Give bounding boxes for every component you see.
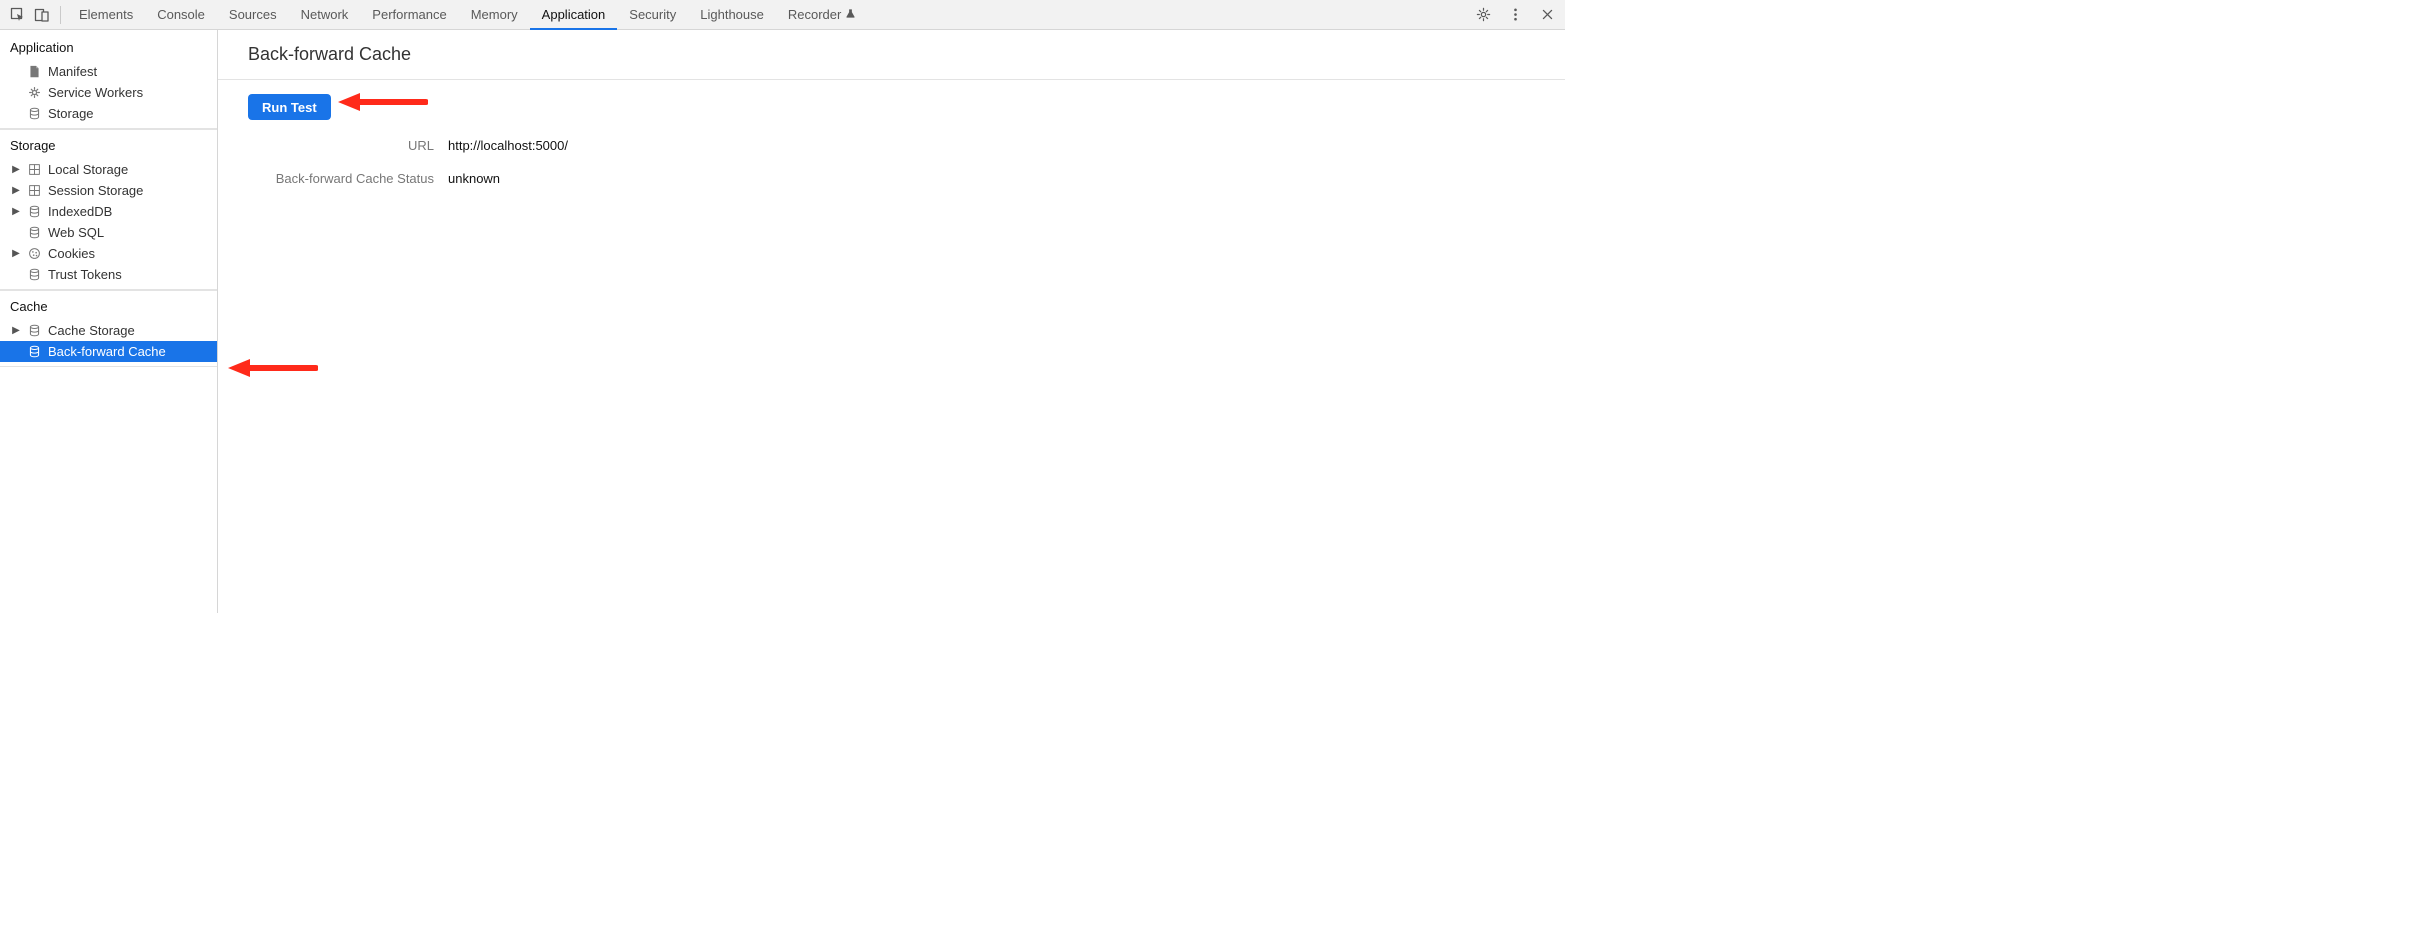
tab-label: Elements — [79, 7, 133, 22]
flask-icon — [845, 7, 856, 22]
tab-label: Console — [157, 7, 205, 22]
chevron-icon: ▶ — [12, 164, 20, 175]
tab-label: Sources — [229, 7, 277, 22]
file-icon — [26, 64, 42, 80]
settings-icon[interactable] — [1471, 3, 1495, 27]
database-icon — [26, 204, 42, 220]
sidebar-item-label: Session Storage — [48, 183, 143, 198]
sidebar-item-label: Service Workers — [48, 85, 143, 100]
tab-label: Network — [301, 7, 349, 22]
sidebar-item-session-storage[interactable]: ▶ Session Storage — [0, 180, 217, 201]
sidebar-item-back-forward-cache[interactable]: ▶ Back-forward Cache — [0, 341, 217, 362]
sidebar-item-manifest[interactable]: ▶ Manifest — [0, 61, 217, 82]
sidebar-item-label: Back-forward Cache — [48, 344, 166, 359]
devtools-toolbar: Elements Console Sources Network Perform… — [0, 0, 1565, 30]
database-icon — [26, 225, 42, 241]
chevron-icon: ▶ — [12, 325, 20, 336]
sidebar-item-websql[interactable]: ▶ Web SQL — [0, 222, 217, 243]
chevron-icon: ▶ — [12, 206, 20, 217]
tab-label: Performance — [372, 7, 446, 22]
info-label: Back-forward Cache Status — [248, 171, 448, 186]
grid-icon — [26, 183, 42, 199]
main-panel: Back-forward Cache Run Test URL http://l… — [218, 30, 1565, 613]
database-icon — [26, 106, 42, 122]
sidebar-item-label: IndexedDB — [48, 204, 112, 219]
sidebar-heading-cache: Cache — [0, 290, 217, 320]
cookie-icon — [26, 246, 42, 262]
devtools-tabstrip: Elements Console Sources Network Perform… — [67, 0, 1471, 29]
info-row-url: URL http://localhost:5000/ — [248, 138, 1545, 153]
sidebar-item-label: Storage — [48, 106, 94, 121]
tab-network[interactable]: Network — [289, 0, 361, 29]
tab-recorder[interactable]: Recorder — [776, 0, 868, 29]
sidebar-item-trust-tokens[interactable]: ▶ Trust Tokens — [0, 264, 217, 285]
info-label: URL — [248, 138, 448, 153]
toggle-device-icon[interactable] — [30, 3, 54, 27]
sidebar-item-service-workers[interactable]: ▶ Service Workers — [0, 82, 217, 103]
sidebar-item-label: Cache Storage — [48, 323, 135, 338]
page-title: Back-forward Cache — [218, 30, 1565, 80]
tab-label: Memory — [471, 7, 518, 22]
database-icon — [26, 344, 42, 360]
tab-console[interactable]: Console — [145, 0, 217, 29]
sidebar-item-local-storage[interactable]: ▶ Local Storage — [0, 159, 217, 180]
tab-elements[interactable]: Elements — [67, 0, 145, 29]
chevron-icon: ▶ — [12, 248, 20, 259]
tab-performance[interactable]: Performance — [360, 0, 458, 29]
tab-label: Lighthouse — [700, 7, 764, 22]
tab-application[interactable]: Application — [530, 0, 618, 29]
tab-sources[interactable]: Sources — [217, 0, 289, 29]
database-icon — [26, 323, 42, 339]
tab-lighthouse[interactable]: Lighthouse — [688, 0, 776, 29]
sidebar-item-cookies[interactable]: ▶ Cookies — [0, 243, 217, 264]
sidebar-item-label: Trust Tokens — [48, 267, 122, 282]
sidebar-item-storage[interactable]: ▶ Storage — [0, 103, 217, 124]
sidebar-item-label: Local Storage — [48, 162, 128, 177]
sidebar-item-label: Manifest — [48, 64, 97, 79]
grid-icon — [26, 162, 42, 178]
sidebar-heading-application: Application — [0, 34, 217, 61]
sidebar-item-label: Cookies — [48, 246, 95, 261]
sidebar-item-label: Web SQL — [48, 225, 104, 240]
sidebar-item-cache-storage[interactable]: ▶ Cache Storage — [0, 320, 217, 341]
sidebar-heading-storage: Storage — [0, 129, 217, 159]
tab-label: Application — [542, 7, 606, 22]
chevron-icon: ▶ — [12, 185, 20, 196]
tab-label: Security — [629, 7, 676, 22]
more-options-icon[interactable] — [1503, 3, 1527, 27]
toolbar-separator — [60, 6, 61, 24]
tab-memory[interactable]: Memory — [459, 0, 530, 29]
gear-icon — [26, 85, 42, 101]
inspect-element-icon[interactable] — [6, 3, 30, 27]
info-row-status: Back-forward Cache Status unknown — [248, 171, 1545, 186]
info-value: http://localhost:5000/ — [448, 138, 568, 153]
sidebar-item-indexeddb[interactable]: ▶ IndexedDB — [0, 201, 217, 222]
application-sidebar: Application ▶ Manifest ▶ Service Workers… — [0, 30, 218, 613]
info-value: unknown — [448, 171, 500, 186]
run-test-button[interactable]: Run Test — [248, 94, 331, 120]
tab-label: Recorder — [788, 7, 841, 22]
tab-security[interactable]: Security — [617, 0, 688, 29]
toolbar-right — [1471, 3, 1559, 27]
close-devtools-icon[interactable] — [1535, 3, 1559, 27]
database-icon — [26, 267, 42, 283]
annotation-arrow-bfcache-item — [228, 356, 318, 380]
